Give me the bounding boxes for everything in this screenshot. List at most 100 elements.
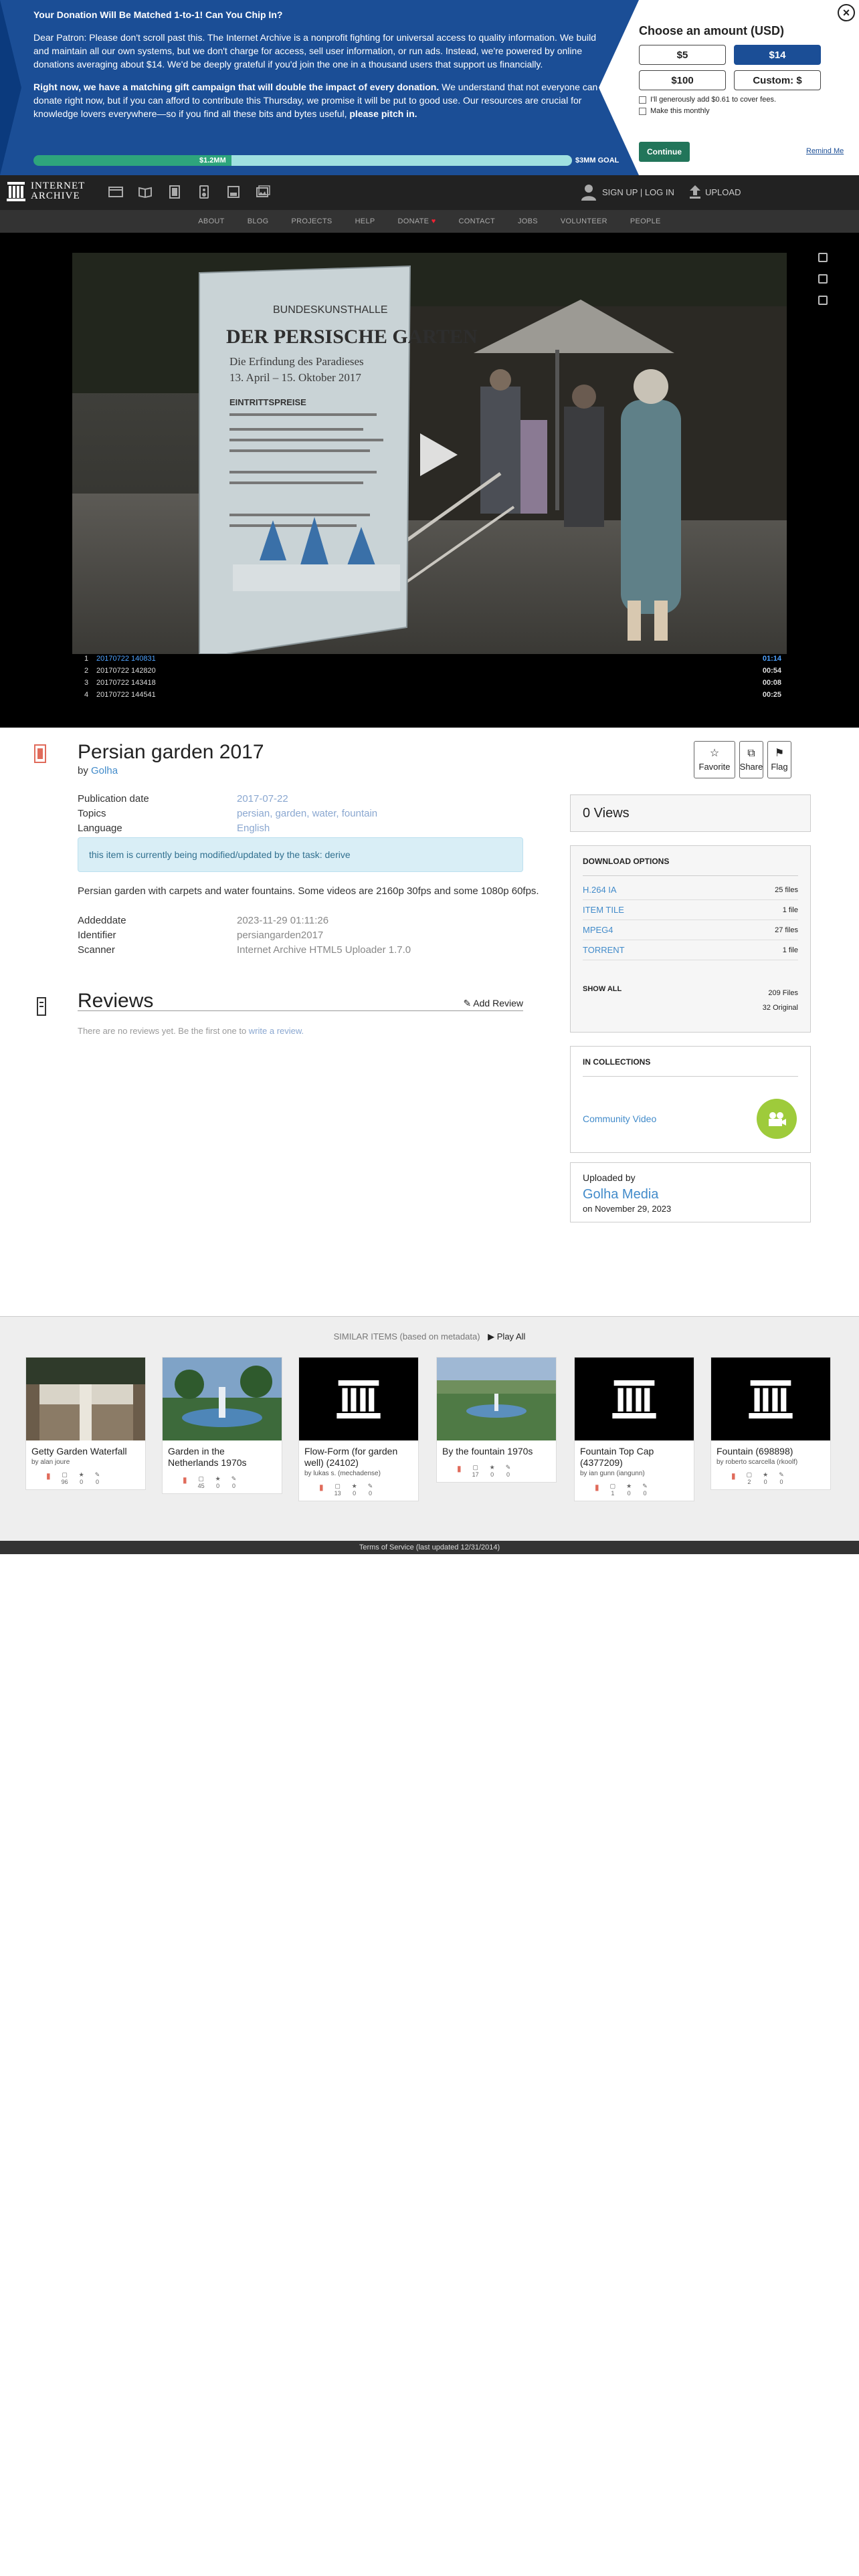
similar-item-thumbnail[interactable] [437, 1358, 556, 1440]
internet-archive-logo[interactable]: INTERNET ARCHIVE [7, 181, 85, 202]
play-all-button[interactable]: ▶ Play All [488, 1331, 525, 1341]
remind-me-link[interactable]: Remind Me [806, 147, 844, 155]
playlist-item[interactable]: 3 20170722 143418 00:08 [72, 677, 787, 689]
amount-custom-input[interactable]: Custom: $ [734, 70, 821, 90]
playlist-item[interactable]: 1 20170722 140831 01:14 [72, 653, 787, 665]
fullscreen-icon[interactable] [818, 253, 828, 262]
similar-item-title[interactable]: Getty Garden Waterfall [26, 1440, 145, 1457]
favorite-button[interactable]: ☆ Favorite [694, 741, 735, 778]
similar-item-tile[interactable]: Fountain (698898) by roberto scarcella (r… [710, 1357, 831, 1490]
embed-icon[interactable] [818, 274, 828, 284]
favorites-stat: ★ 0 [215, 1475, 221, 1489]
close-banner-button[interactable]: × [838, 4, 855, 21]
playlist-item-duration: 01:14 [762, 655, 781, 663]
secondary-navigation: ABOUT BLOG PROJECTS HELP DONATE ♥ CONTAC… [0, 210, 859, 233]
similar-item-title[interactable]: Flow-Form (for garden well) (24102) [299, 1440, 418, 1469]
identifier-row: Identifier persiangarden2017 [78, 930, 323, 941]
reviews-stat: ✎ 0 [94, 1471, 100, 1485]
download-format-link[interactable]: TORRENT [583, 945, 625, 955]
settings-icon[interactable] [818, 296, 828, 305]
views-stat: ▢ 13 [334, 1483, 341, 1497]
similar-item-tile[interactable]: Garden in the Netherlands 1970s ▮ ▢ 45 ★ 0 ✎ 0 [162, 1357, 282, 1494]
download-file-count: 1 file [782, 946, 798, 954]
views-count: 45 [197, 1483, 205, 1489]
banner-chevron-decoration [0, 0, 21, 175]
sign-in-area[interactable]: SIGN UP | LOG IN [581, 183, 674, 201]
upload-link[interactable]: UPLOAD [705, 187, 741, 197]
texts-icon[interactable] [138, 185, 153, 199]
download-file-count: 27 files [775, 926, 798, 934]
similar-item-title[interactable]: Fountain (698898) [711, 1440, 830, 1457]
similar-item-title[interactable]: Garden in the Netherlands 1970s [163, 1440, 282, 1469]
nav-about[interactable]: ABOUT [198, 217, 224, 225]
similar-item-thumbnail[interactable] [575, 1358, 694, 1440]
similar-item-title[interactable]: By the fountain 1970s [437, 1440, 556, 1457]
continue-button[interactable]: Continue [639, 142, 690, 162]
flag-button[interactable]: ⚑ Flag [767, 741, 791, 778]
download-format-link[interactable]: MPEG4 [583, 925, 613, 935]
nav-help[interactable]: HELP [355, 217, 375, 225]
topics-row: Topics persian, garden, water, fountain [78, 808, 377, 819]
collection-link[interactable]: Community Video [583, 1113, 656, 1124]
software-icon[interactable] [226, 185, 241, 199]
topics-value[interactable]: persian, garden, water, fountain [237, 808, 377, 819]
publication-date-value[interactable]: 2017-07-22 [237, 793, 288, 804]
reviews-stat: ✎ 0 [505, 1464, 511, 1478]
similar-item-thumbnail[interactable] [711, 1358, 830, 1440]
nav-donate[interactable]: DONATE ♥ [398, 217, 436, 225]
upload-area[interactable]: UPLOAD [689, 185, 741, 199]
similar-item-tile[interactable]: Getty Garden Waterfall by alan joure ▮ ▢ 96 ★… [25, 1357, 146, 1490]
images-icon[interactable] [256, 185, 270, 199]
similar-item-tile[interactable]: Flow-Form (for garden well) (24102) by lu… [298, 1357, 419, 1501]
language-row: Language English [78, 823, 270, 834]
show-all-link[interactable]: SHOW ALL [583, 985, 622, 993]
nav-contact[interactable]: CONTACT [459, 217, 495, 225]
share-button[interactable]: ⧉ Share [739, 741, 763, 778]
playlist-item[interactable]: 2 20170722 142820 00:54 [72, 665, 787, 677]
svg-text:EINTRITTSPREISE: EINTRITTSPREISE [229, 397, 306, 407]
similar-item-title[interactable]: Fountain Top Cap (4377209) [575, 1440, 694, 1469]
nav-projects[interactable]: PROJECTS [291, 217, 332, 225]
amount-100-button[interactable]: $100 [639, 70, 726, 90]
nav-volunteer[interactable]: VOLUNTEER [561, 217, 607, 225]
views-stat: ▢ 17 [472, 1464, 479, 1478]
nav-people[interactable]: PEOPLE [630, 217, 661, 225]
uploader-link[interactable]: Golha Media [583, 1187, 798, 1202]
video-icon[interactable] [167, 185, 182, 199]
views-count: 17 [472, 1471, 479, 1478]
nav-jobs[interactable]: JOBS [518, 217, 538, 225]
sign-up-log-in-link[interactable]: SIGN UP | LOG IN [602, 187, 674, 197]
download-format-link[interactable]: ITEM TILE [583, 905, 624, 915]
top-navigation: INTERNET ARCHIVE SIGN UP | LOG IN UPLOAD [0, 175, 859, 210]
reviews-stat: ✎ 0 [779, 1471, 784, 1485]
play-icon[interactable] [420, 433, 458, 476]
similar-item-tile[interactable]: By the fountain 1970s ▮ ▢ 17 ★ 0 ✎ 0 [436, 1357, 557, 1483]
amount-14-button[interactable]: $14 [734, 45, 821, 65]
views-count: 0 Views [570, 794, 811, 832]
nav-blog[interactable]: BLOG [248, 217, 269, 225]
community-video-icon[interactable] [757, 1099, 797, 1139]
progress-goal-label: $3MM GOAL [575, 156, 619, 165]
video-player[interactable]: BUNDESKUNSTHALLE DER PERSISCHE GARTEN Di… [72, 253, 787, 654]
identifier-value: persiangarden2017 [237, 930, 324, 941]
movies-icon: ▮ [731, 1471, 736, 1481]
download-format-link[interactable]: H.264 IA [583, 885, 617, 895]
footer-terms-link[interactable]: Terms of Service (last updated 12/31/201… [0, 1541, 859, 1554]
amount-5-button[interactable]: $5 [639, 45, 726, 65]
web-icon[interactable] [108, 185, 123, 199]
similar-item-tile[interactable]: Fountain Top Cap (4377209) by ian gunn (i… [574, 1357, 694, 1501]
cover-fees-checkbox[interactable] [639, 96, 646, 104]
item-title: Persian garden 2017 [78, 741, 264, 763]
audio-icon[interactable] [197, 185, 211, 199]
write-review-link[interactable]: write a review. [249, 1026, 304, 1036]
language-value[interactable]: English [237, 823, 270, 834]
creator-link[interactable]: Golha [91, 765, 118, 776]
similar-item-thumbnail[interactable] [163, 1358, 282, 1440]
monthly-checkbox[interactable] [639, 107, 646, 115]
pencil-icon: ✎ [463, 998, 472, 1008]
similar-item-thumbnail[interactable] [26, 1358, 145, 1440]
archive-building-icon [7, 182, 25, 201]
add-review-button[interactable]: ✎ Add Review [463, 998, 523, 1009]
similar-item-thumbnail[interactable] [299, 1358, 418, 1440]
playlist-item[interactable]: 4 20170722 144541 00:25 [72, 689, 787, 701]
